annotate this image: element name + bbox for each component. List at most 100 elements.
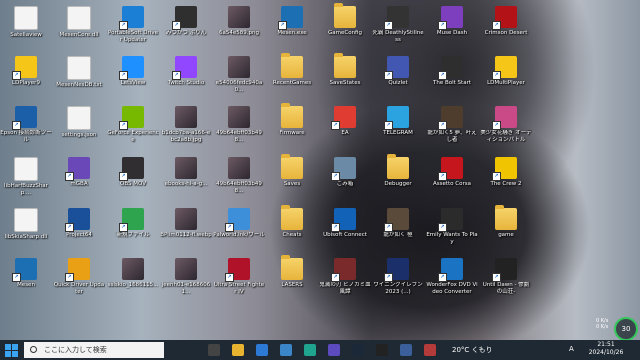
desktop-icon-label: Satellaview	[10, 32, 42, 38]
desktop-icon[interactable]: b1dcb7ba-a166-ebc2a8b.jpg	[160, 106, 212, 154]
desktop-icon[interactable]: ↗ EA	[319, 106, 371, 154]
desktop-icon[interactable]: ↗ Until Dawn - 惨劇の山荘-	[480, 258, 532, 306]
desktop-icon[interactable]: Satellaview	[0, 6, 52, 54]
app-icon: ↗	[225, 208, 250, 232]
desktop-icon[interactable]: game	[480, 205, 532, 256]
desktop-icon-label: 49b64ebff03b498...	[216, 181, 262, 194]
taskbar-search-box[interactable]: ここに入力して検索	[24, 342, 164, 358]
desktop-icon[interactable]: jeenh01-e1686061...	[160, 258, 212, 306]
image-file-icon	[175, 208, 197, 230]
desktop-icon[interactable]: ↗ PortableSoft Driver Updater	[107, 6, 159, 54]
desktop-icon[interactable]: 49b64ebff03b498...	[213, 106, 265, 154]
desktop-icon[interactable]: sslskio_1686115...	[107, 258, 159, 306]
desktop-icon[interactable]: MesenNesDB.txt	[53, 56, 105, 104]
desktop-icon[interactable]: ↗ Mesen.exe	[266, 6, 318, 54]
desktop-icon[interactable]: ↗ LetsView	[107, 56, 159, 104]
taskbar-app-edge[interactable]	[302, 342, 318, 358]
taskbar-app-photos[interactable]	[278, 342, 294, 358]
shortcut-arrow-icon: ↗	[119, 21, 128, 30]
desktop-icon[interactable]: SaveStates	[319, 53, 371, 104]
desktop-icon-label: Mesen.exe	[277, 30, 307, 36]
desktop-icon[interactable]: GameConfig	[319, 3, 371, 54]
desktop-icon[interactable]: LASERS	[266, 255, 318, 306]
desktop-icon[interactable]: ↗ Twitch Studio	[160, 56, 212, 104]
desktop-icon[interactable]: ↗ 新規ファイル	[107, 208, 159, 256]
desktop-icon-label: 龍が如く 極	[383, 232, 413, 238]
desktop-icon[interactable]: ↗ 龍が如く 極	[372, 208, 424, 256]
desktop-icon[interactable]: ↗ Emily Wants To Play	[426, 208, 478, 256]
desktop-icon[interactable]: ↗ Epson 接続診断ツール	[0, 106, 52, 154]
taskbar-app-steam[interactable]	[350, 342, 366, 358]
desktop-icon[interactable]: ebooks-hi-a-g...	[160, 157, 212, 205]
taskbar-app-store[interactable]	[254, 342, 270, 358]
desktop-icon[interactable]: MesenCore.dll	[53, 6, 105, 54]
desktop-icon[interactable]: ↗ TELEGRAM	[372, 106, 424, 154]
desktop-icon[interactable]: ↗ ウイニングイレブン 2023 (...)	[372, 258, 424, 306]
desktop-icon-label: settings.json	[61, 132, 97, 138]
ime-indicator[interactable]: A	[569, 345, 574, 353]
desktop-icon[interactable]: libHarfBuzzSharp....	[0, 157, 52, 205]
desktop-icon[interactable]: ↗ 美少女花騒ぎ オーディションバトル	[480, 106, 532, 154]
desktop-icon[interactable]: 49b64ebff03b498...	[213, 157, 265, 205]
desktop-icon[interactable]: ↗ GeForce Experience	[107, 106, 159, 154]
app-icon: ↗	[225, 258, 250, 282]
app-icon: ↗	[119, 208, 144, 232]
desktop-icon[interactable]: ↗ The Crew 2	[480, 157, 532, 205]
desktop-icon[interactable]: ↗ Crimson Desert	[480, 6, 532, 54]
desktop-icon[interactable]: ↗ Assetto Corsa	[426, 157, 478, 205]
desktop-icon-label: jeenh01-e1686061...	[161, 282, 211, 295]
desktop-icon[interactable]: ↗ mGBA	[53, 157, 105, 205]
desktop-icon[interactable]: ↗ 鬼滅の刃 ヒノカミ血風譚	[319, 258, 371, 306]
desktop-icon[interactable]: RecentGames	[266, 53, 318, 104]
app-icon: ↗	[492, 106, 517, 130]
desktop-icon[interactable]: BPlim0112-fl.webp	[160, 208, 212, 256]
cpu-meter-widget: 30	[614, 317, 638, 341]
taskbar-app-media[interactable]	[326, 342, 342, 358]
start-button[interactable]	[3, 342, 19, 358]
desktop-icon[interactable]: ↗ OBS MOV	[107, 157, 159, 205]
desktop-icon[interactable]: ↗ Quizlet	[372, 56, 424, 104]
desktop-icon[interactable]: ↗ WonderFox DVD Video Converter	[426, 258, 478, 306]
desktop-icon[interactable]: ↗ Project64	[53, 208, 105, 256]
desktop-icon[interactable]: ↗ 死霸 DeathlyStillness	[372, 6, 424, 54]
desktop-icon[interactable]: Cheats	[266, 205, 318, 256]
app-icon: ↗	[438, 106, 463, 130]
desktop-icon-label: EA	[341, 130, 349, 136]
desktop-icon[interactable]: ↗ The Bolt Start	[426, 56, 478, 104]
app-10-icon	[424, 344, 436, 356]
desktop-icon[interactable]: ↗ Ubisoft Connect	[319, 208, 371, 256]
desktop-icon[interactable]: 6a54e589.png	[213, 6, 265, 54]
desktop-icon[interactable]: ↗ Palworld.lnk/ワール	[213, 208, 265, 256]
desktop-icon[interactable]: ↗ みつかつ ぷりん	[160, 6, 212, 54]
desktop-icon[interactable]: ↗ Muse Dash	[426, 6, 478, 54]
desktop-icon[interactable]: libSkiaSharp.dll	[0, 208, 52, 256]
clock-date: 2024/10/26	[588, 349, 624, 356]
taskbar-app-obs[interactable]	[374, 342, 390, 358]
shortcut-arrow-icon: ↗	[278, 21, 287, 30]
desktop-icon[interactable]: ↗ LDMultiPlayer	[480, 56, 532, 104]
desktop-icon-label: Mesen	[17, 282, 35, 288]
desktop-icon[interactable]: ↗ LDPlayer9	[0, 56, 52, 104]
weather-widget[interactable]: 20°C くもり	[452, 345, 493, 355]
desktop-icon[interactable]: ↗ ごみ箱	[319, 157, 371, 205]
desktop-icon[interactable]: settings.json	[53, 106, 105, 154]
taskbar-app-app-9[interactable]	[398, 342, 414, 358]
search-icon	[30, 346, 37, 353]
shortcut-arrow-icon: ↗	[65, 223, 74, 232]
taskbar-app-task-view[interactable]	[206, 342, 222, 358]
taskbar-app-file-explorer[interactable]	[230, 342, 246, 358]
desktop-icon[interactable]: Debugger	[372, 154, 424, 205]
desktop-icon[interactable]: e54006fedc940a0...	[213, 56, 265, 104]
task-view-icon	[208, 344, 220, 356]
desktop-icon[interactable]: ↗ Mesen	[0, 258, 52, 306]
clock[interactable]: 21:51 2024/10/26	[584, 341, 628, 357]
shortcut-arrow-icon: ↗	[492, 71, 501, 80]
taskbar-app-app-10[interactable]	[422, 342, 438, 358]
desktop-icon[interactable]: Saves	[266, 154, 318, 205]
desktop-icon-label: 死霸 DeathlyStillness	[372, 30, 424, 43]
desktop-icon-label: ebooks-hi-a-g...	[164, 181, 208, 187]
desktop-icon[interactable]: Firmware	[266, 103, 318, 154]
desktop-icon[interactable]: ↗ Ultra Street Fighter IV	[213, 258, 265, 306]
desktop-icon[interactable]: ↗ 龍が如く5 夢、叶えし者	[426, 106, 478, 154]
desktop-icon[interactable]: ↗ Quick Driver Updater	[53, 258, 105, 306]
